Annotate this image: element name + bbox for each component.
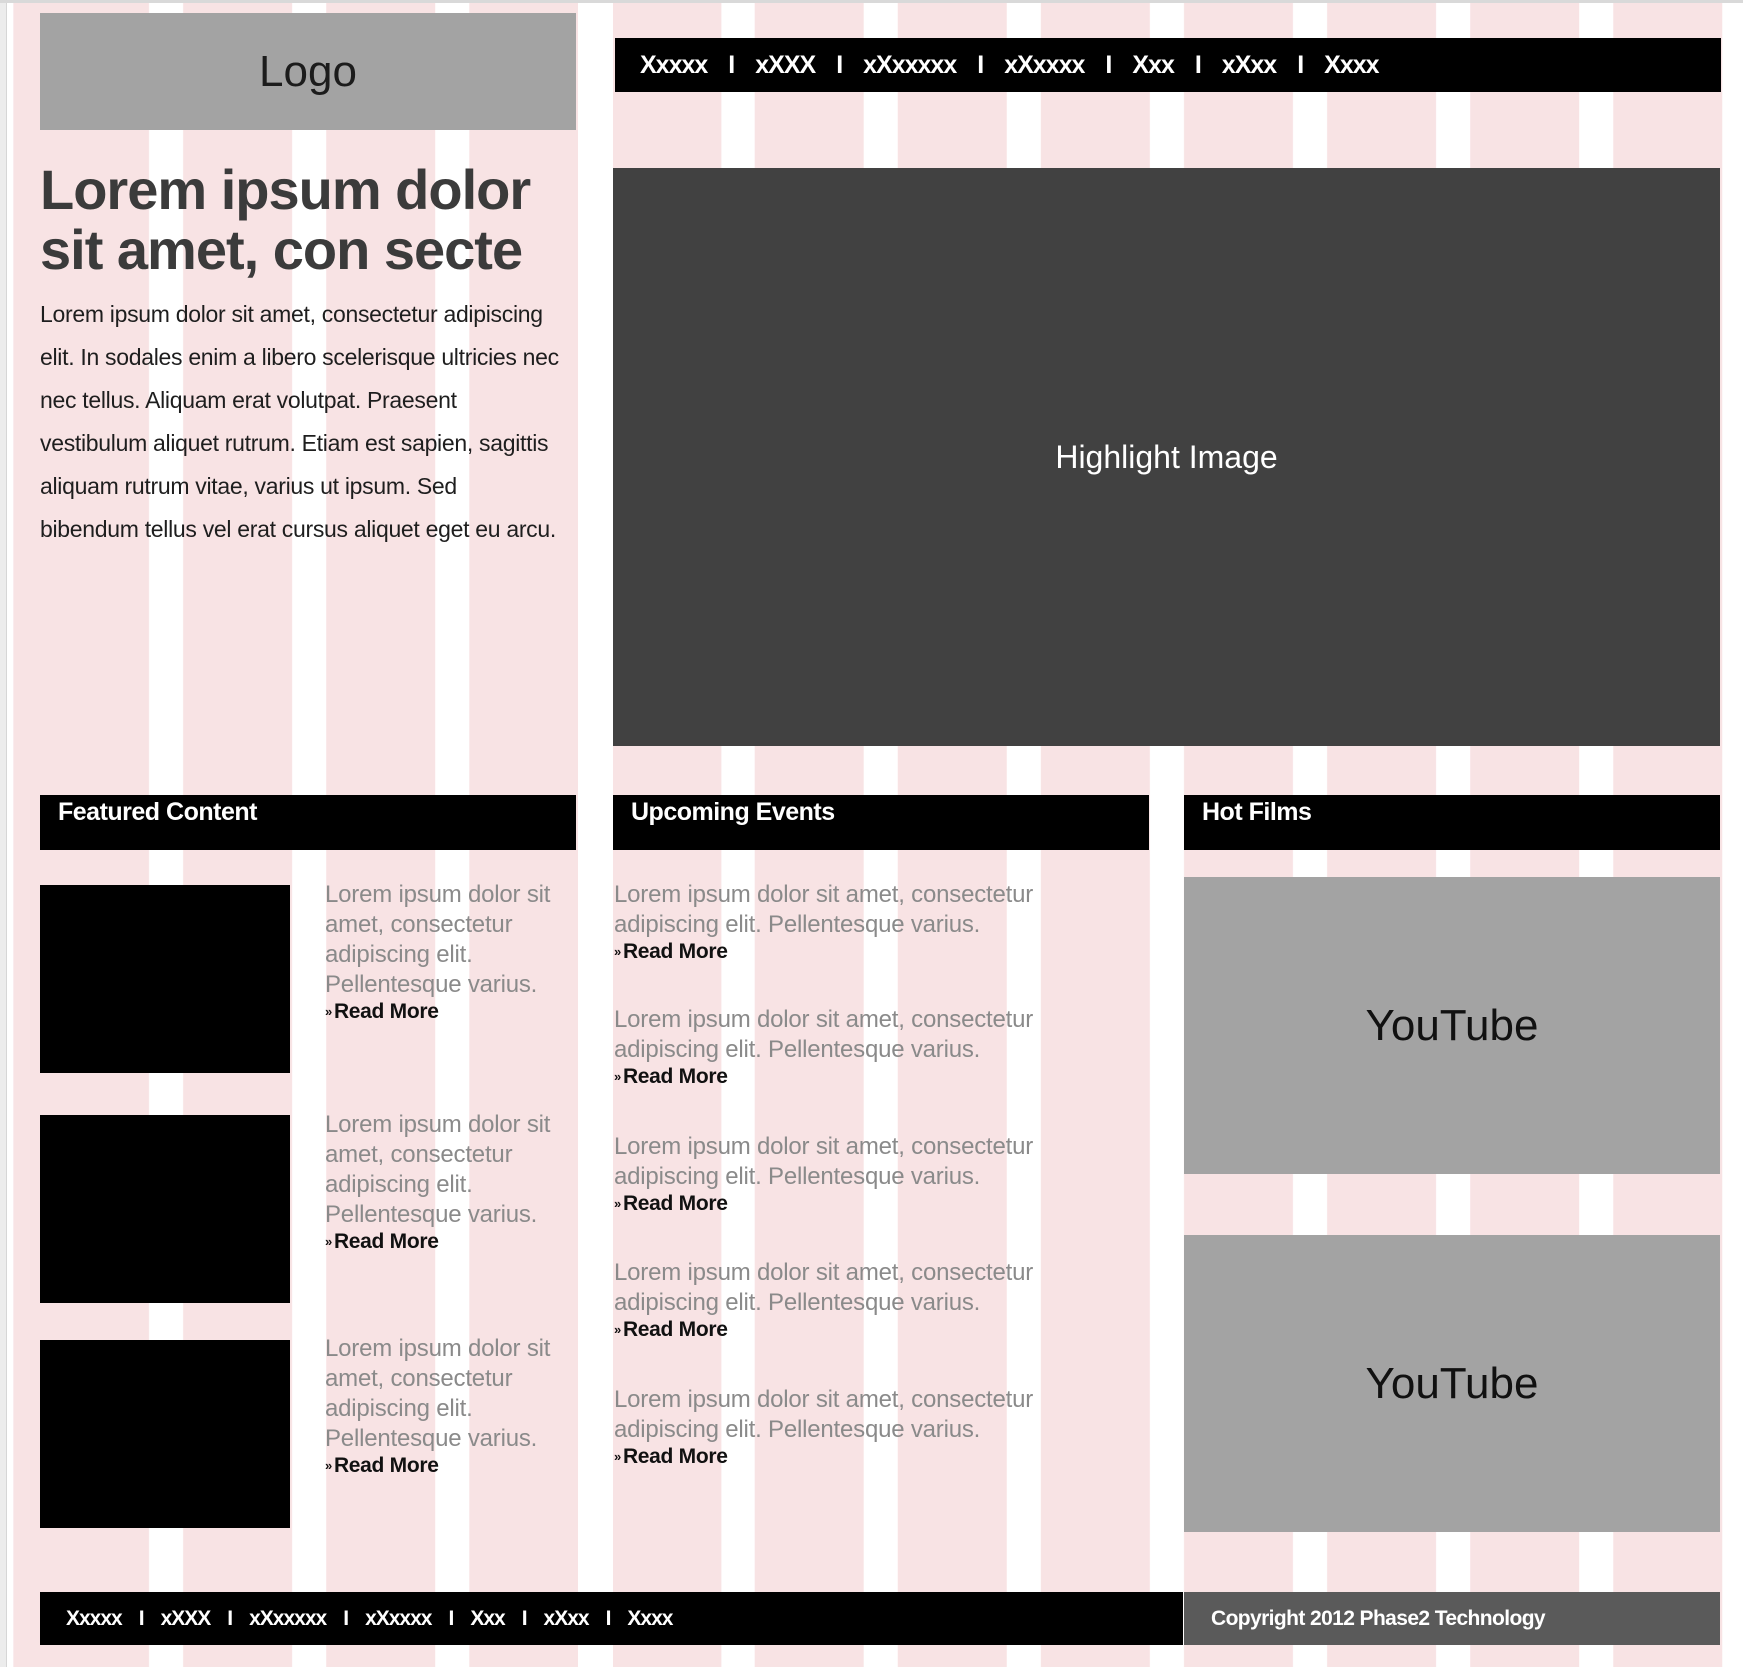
read-more-label: Read More (333, 1000, 439, 1023)
footer-nav-item[interactable]: Xxxxx (66, 1607, 123, 1631)
youtube-label: YouTube (1365, 1358, 1539, 1408)
footer-nav-item[interactable]: xXxxxx (365, 1607, 432, 1631)
main-nav: Xxxxx I xXXX I xXxxxxx I xXxxxx I Xxx I … (615, 38, 1721, 92)
footer-nav-item[interactable]: xXXX (161, 1607, 212, 1631)
double-chevron-right-icon: » (325, 1004, 332, 1019)
nav-separator: I (521, 1606, 528, 1630)
nav-item[interactable]: xXxxxx (1004, 51, 1085, 80)
nav-item[interactable]: xXXX (755, 51, 816, 80)
featured-item-text: Lorem ipsum dolor sit amet, consectetur … (325, 1335, 551, 1452)
event-item-text: Lorem ipsum dolor sit amet, consectetur … (614, 1386, 1034, 1443)
read-more-label: Read More (333, 1230, 439, 1253)
double-chevron-right-icon: » (325, 1458, 332, 1473)
page-headline: Lorem ipsum dolor sit amet, con secte (40, 158, 531, 281)
read-more-link[interactable]: »Read More (325, 1000, 590, 1024)
nav-separator: I (448, 1606, 454, 1630)
double-chevron-right-icon: » (325, 1234, 332, 1249)
nav-separator: I (1194, 50, 1202, 79)
highlight-image[interactable]: Highlight Image (613, 168, 1720, 746)
nav-item[interactable]: xXxxxxx (863, 51, 957, 80)
event-item: Lorem ipsum dolor sit amet, consectetur … (614, 1385, 1134, 1469)
window-edge-top (0, 0, 1743, 3)
section-title: Upcoming Events (631, 798, 835, 826)
nav-item[interactable]: xXxx (1222, 51, 1277, 80)
intro-paragraph: Lorem ipsum dolor sit amet, consectetur … (40, 301, 559, 542)
nav-separator: I (1105, 50, 1112, 79)
read-more-link[interactable]: »Read More (614, 1318, 1134, 1342)
read-more-link[interactable]: »Read More (614, 1445, 1134, 1469)
window-edge (0, 0, 7, 1667)
event-item-text: Lorem ipsum dolor sit amet, consectetur … (614, 1133, 1034, 1190)
footer-nav-item[interactable]: Xxxx (627, 1607, 673, 1631)
featured-item-text: Lorem ipsum dolor sit amet, consectetur … (325, 1111, 551, 1228)
featured-item: Lorem ipsum dolor sit amet, consectetur … (325, 1110, 590, 1254)
logo[interactable]: Logo (40, 13, 576, 130)
nav-separator: I (977, 50, 984, 79)
logo-label: Logo (259, 46, 357, 96)
featured-thumbnail[interactable] (40, 885, 290, 1073)
event-item: Lorem ipsum dolor sit amet, consectetur … (614, 1258, 1134, 1342)
event-item: Lorem ipsum dolor sit amet, consectetur … (614, 1132, 1134, 1216)
featured-item: Lorem ipsum dolor sit amet, consectetur … (325, 1334, 590, 1478)
read-more-link[interactable]: »Read More (325, 1454, 590, 1478)
double-chevron-right-icon: » (614, 1196, 621, 1211)
double-chevron-right-icon: » (614, 944, 621, 959)
section-title: Hot Films (1202, 798, 1312, 826)
read-more-link[interactable]: »Read More (614, 1065, 1134, 1089)
nav-separator: I (728, 50, 735, 79)
copyright-text: Copyright 2012 Phase2 Technology (1211, 1606, 1546, 1630)
read-more-label: Read More (622, 1318, 728, 1341)
nav-separator: I (836, 50, 843, 79)
featured-item: Lorem ipsum dolor sit amet, consectetur … (325, 880, 590, 1024)
nav-separator: I (227, 1606, 233, 1630)
read-more-label: Read More (622, 1065, 728, 1088)
highlight-image-label: Highlight Image (1055, 438, 1278, 475)
footer-nav-item[interactable]: xXxx (544, 1607, 590, 1631)
read-more-label: Read More (622, 940, 728, 963)
youtube-embed[interactable]: YouTube (1184, 877, 1720, 1174)
read-more-link[interactable]: »Read More (325, 1230, 590, 1254)
event-item: Lorem ipsum dolor sit amet, consectetur … (614, 880, 1134, 964)
footer-nav: Xxxxx I xXXX I xXxxxxx I xXxxxx I Xxx I … (40, 1592, 1183, 1645)
nav-item[interactable]: Xxx (1132, 51, 1174, 80)
nav-item[interactable]: Xxxx (1324, 51, 1379, 80)
event-item-text: Lorem ipsum dolor sit amet, consectetur … (614, 1006, 1034, 1063)
featured-thumbnail[interactable] (40, 1340, 290, 1528)
nav-item[interactable]: Xxxxx (640, 51, 708, 80)
read-more-link[interactable]: »Read More (614, 1192, 1134, 1216)
featured-content-header: Featured Content (40, 795, 576, 850)
featured-thumbnail[interactable] (40, 1115, 290, 1303)
event-item-text: Lorem ipsum dolor sit amet, consectetur … (614, 881, 1034, 938)
nav-separator: I (138, 1606, 145, 1630)
double-chevron-right-icon: » (614, 1069, 621, 1084)
read-more-link[interactable]: »Read More (614, 940, 1134, 964)
nav-separator: I (605, 1606, 612, 1630)
footer-nav-item[interactable]: Xxx (470, 1607, 505, 1631)
event-item-text: Lorem ipsum dolor sit amet, consectetur … (614, 1259, 1034, 1316)
read-more-label: Read More (333, 1454, 439, 1477)
hot-films-header: Hot Films (1184, 795, 1720, 850)
double-chevron-right-icon: » (614, 1449, 621, 1464)
upcoming-events-header: Upcoming Events (613, 795, 1149, 850)
youtube-label: YouTube (1365, 1000, 1539, 1050)
section-title: Featured Content (58, 798, 257, 826)
youtube-embed[interactable]: YouTube (1184, 1235, 1720, 1532)
double-chevron-right-icon: » (614, 1322, 621, 1337)
copyright-bar: Copyright 2012 Phase2 Technology (1184, 1592, 1720, 1645)
nav-separator: I (1297, 50, 1304, 79)
wireframe-canvas: Logo Xxxxx I xXXX I xXxxxxx I xXxxxx I X… (0, 0, 1743, 1667)
read-more-label: Read More (622, 1192, 728, 1215)
nav-separator: I (343, 1606, 349, 1630)
event-item: Lorem ipsum dolor sit amet, consectetur … (614, 1005, 1134, 1089)
featured-item-text: Lorem ipsum dolor sit amet, consectetur … (325, 881, 551, 998)
read-more-label: Read More (622, 1445, 728, 1468)
footer-nav-item[interactable]: xXxxxxx (249, 1607, 327, 1631)
